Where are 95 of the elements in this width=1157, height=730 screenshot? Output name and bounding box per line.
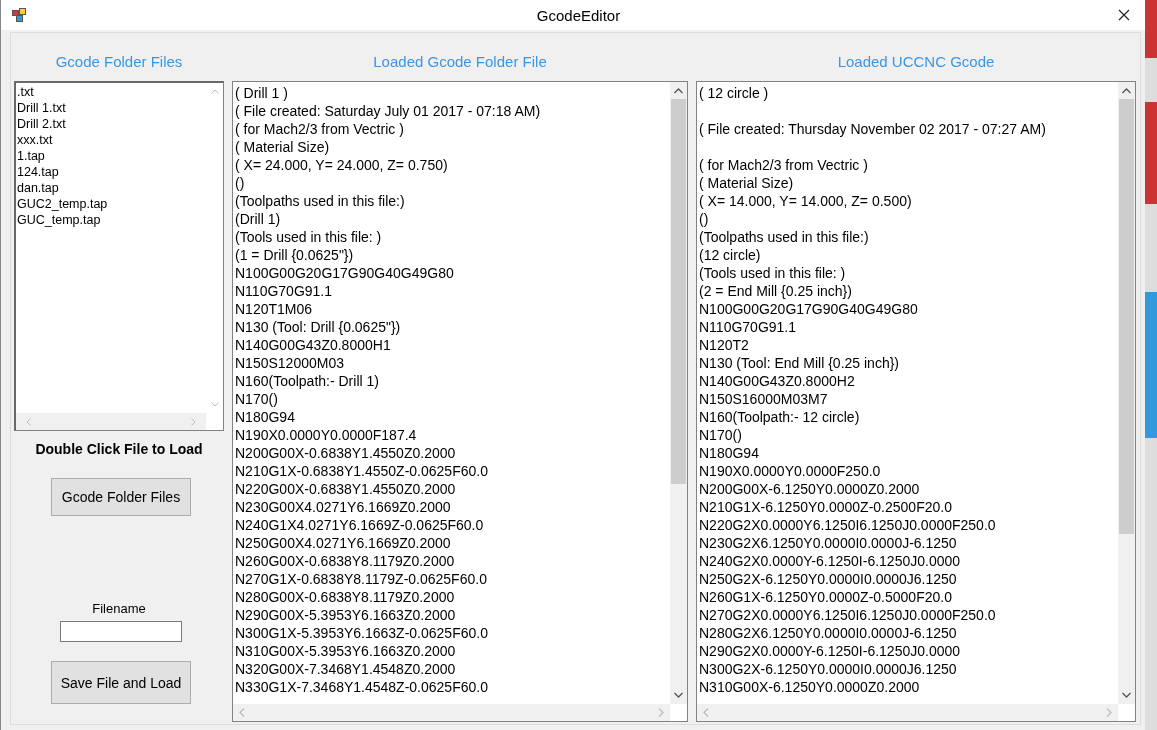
code-line: N240G2X0.0000Y-6.1250I-6.1250J0.0000: [699, 552, 962, 570]
file-list-item[interactable]: dan.tap: [17, 180, 205, 196]
window-title: GcodeEditor: [535, 6, 622, 24]
code-line: N270G2X0.0000Y6.1250I6.1250J0.0000F250.0: [699, 606, 997, 624]
code-line: N200G00X-0.6838Y1.4550Z0.2000: [235, 444, 457, 462]
code-line: N110G70G91.1: [699, 318, 798, 336]
code-line: N320G00X-7.3468Y1.4548Z0.2000: [235, 660, 457, 678]
code-line: N170(): [699, 426, 743, 444]
code-line: ( Drill 1 ): [235, 84, 289, 102]
code-line: N220G2X0.0000Y6.1250I6.1250J0.0000F250.0: [699, 516, 997, 534]
horizontal-scrollbar[interactable]: [233, 704, 670, 721]
file-list-item[interactable]: Drill 2.txt: [17, 116, 205, 132]
file-list-item[interactable]: 124.tap: [17, 164, 205, 180]
file-list-item[interactable]: Drill 1.txt: [17, 100, 205, 116]
code-line: (Tools used in this file: ): [235, 228, 383, 246]
code-line: N280G2X6.1250Y0.0000I0.0000J-6.1250: [699, 624, 958, 642]
code-line: N110G70G91.1: [235, 282, 334, 300]
code-line: N160(Toolpath:- 12 circle): [699, 408, 861, 426]
vertical-scrollbar[interactable]: [1118, 82, 1135, 704]
code-line: ( 12 circle ): [699, 84, 770, 102]
code-line: (Drill 1): [235, 210, 282, 228]
code-line: N150S16000M03M7: [699, 390, 829, 408]
panel-heading: Gcode Folder Files: [54, 52, 184, 71]
code-line: N240G1X4.0271Y6.1669Z-0.0625F60.0: [235, 516, 485, 534]
file-list-item[interactable]: GUC2_temp.tap: [17, 196, 205, 212]
code-line: N210G1X-0.6838Y1.4550Z-0.0625F60.0: [235, 462, 489, 480]
instruction-text: Double Click File to Load: [34, 441, 204, 457]
code-line: N280G00X-0.6838Y8.1179Z0.2000: [235, 588, 456, 606]
code-line: N180G94: [699, 444, 760, 462]
code-line: N120T2: [699, 336, 750, 354]
filename-field[interactable]: [60, 621, 182, 642]
code-line: N190X0.0000Y0.0000F187.4: [235, 426, 418, 444]
code-line: N270G1X-0.6838Y8.1179Z-0.0625F60.0: [235, 570, 488, 588]
code-line: N180G94: [235, 408, 296, 426]
app-icon: [12, 8, 26, 22]
code-line: (): [235, 174, 246, 192]
save-and-load-button[interactable]: Save File and Load: [51, 661, 191, 704]
code-line: N130 (Tool: End Mill {0.25 inch}): [699, 354, 900, 372]
code-line: N330G1X-7.3468Y1.4548Z-0.0625F60.0: [235, 678, 489, 696]
code-line: N300G2X-6.1250Y0.0000I0.0000J6.1250: [699, 660, 958, 678]
code-line: N260G1X-6.1250Y0.0000Z-0.5000F20.0: [699, 588, 953, 606]
code-line: ( X= 14.000, Y= 14.000, Z= 0.500): [699, 192, 913, 210]
code-line: N210G1X-6.1250Y0.0000Z-0.2500F20.0: [699, 498, 953, 516]
code-line: N150S12000M03: [235, 354, 345, 372]
file-list-item[interactable]: .txt: [17, 84, 205, 100]
code-line: (Toolpaths used in this file:): [235, 192, 406, 210]
code-line: N140G00G43Z0.8000H1: [235, 336, 392, 354]
file-list-item[interactable]: 1.tap: [17, 148, 205, 164]
code-line: N260G00X-0.6838Y8.1179Z0.2000: [235, 552, 456, 570]
code-line: N170(): [235, 390, 279, 408]
file-list-item[interactable]: GUC_temp.tap: [17, 212, 205, 228]
code-line: N160(Toolpath:- Drill 1): [235, 372, 380, 390]
horizontal-scrollbar[interactable]: [697, 704, 1118, 721]
code-line: ( X= 24.000, Y= 24.000, Z= 0.750): [235, 156, 449, 174]
folder-files-button[interactable]: Gcode Folder Files: [51, 478, 191, 516]
code-line: (Toolpaths used in this file:): [699, 228, 870, 246]
close-icon: [1118, 9, 1130, 21]
code-line: N230G2X6.1250Y0.0000I0.0000J-6.1250: [699, 534, 958, 552]
horizontal-scrollbar[interactable]: [16, 413, 206, 430]
code-line: (): [699, 210, 710, 228]
panel-heading: Loaded Gcode Folder File: [372, 52, 548, 71]
code-line: N130 (Tool: Drill {0.0625"}): [235, 318, 402, 336]
code-line: ( for Mach2/3 from Vectric ): [235, 120, 405, 138]
code-line: N100G00G20G17G90G40G49G80: [235, 264, 455, 282]
code-line: ( File created: Saturday July 01 2017 - 07:18 AM): [235, 102, 542, 120]
code-text-box[interactable]: [232, 81, 688, 722]
code-line: (2 = End Mill {0.25 inch}): [699, 282, 853, 300]
code-line: ( Material Size): [699, 174, 795, 192]
code-line: (Tools used in this file: ): [699, 264, 847, 282]
code-line: N250G2X-6.1250Y0.0000I0.0000J6.1250: [699, 570, 958, 588]
code-line: N100G00G20G17G90G40G49G80: [699, 300, 919, 318]
code-line: N190X0.0000Y0.0000F250.0: [699, 462, 882, 480]
code-line: (12 circle): [699, 246, 762, 264]
scroll-thumb[interactable]: [1119, 99, 1134, 534]
code-line: N290G00X-5.3953Y6.1663Z0.2000: [235, 606, 457, 624]
vertical-scrollbar[interactable]: [670, 82, 687, 704]
scroll-thumb[interactable]: [671, 99, 686, 484]
code-line: ( File created: Thursday November 02 2017 - 07:27 AM): [699, 120, 1047, 138]
code-line: N250G00X4.0271Y6.1669Z0.2000: [235, 534, 452, 552]
code-line: N310G00X-5.3953Y6.1663Z0.2000: [235, 642, 457, 660]
code-line: N220G00X-0.6838Y1.4550Z0.2000: [235, 480, 457, 498]
code-line: N310G00X-6.1250Y0.0000Z0.2000: [699, 678, 921, 696]
code-text-box[interactable]: [696, 81, 1136, 722]
code-line: N290G2X0.0000Y-6.1250I-6.1250J0.0000: [699, 642, 962, 660]
code-line: ( Material Size): [235, 138, 331, 156]
code-line: N120T1M06: [235, 300, 314, 318]
code-line: N230G00X4.0271Y6.1669Z0.2000: [235, 498, 452, 516]
code-line: N140G00G43Z0.8000H2: [699, 372, 856, 390]
code-line: ( for Mach2/3 from Vectric ): [699, 156, 869, 174]
code-line: (1 = Drill {0.0625"}): [235, 246, 355, 264]
code-line: N300G1X-5.3953Y6.1663Z-0.0625F60.0: [235, 624, 489, 642]
panel-heading: Loaded UCCNC Gcode: [836, 52, 996, 71]
code-line: N200G00X-6.1250Y0.0000Z0.2000: [699, 480, 921, 498]
filename-label: Filename: [91, 601, 147, 616]
file-list-item[interactable]: xxx.txt: [17, 132, 205, 148]
